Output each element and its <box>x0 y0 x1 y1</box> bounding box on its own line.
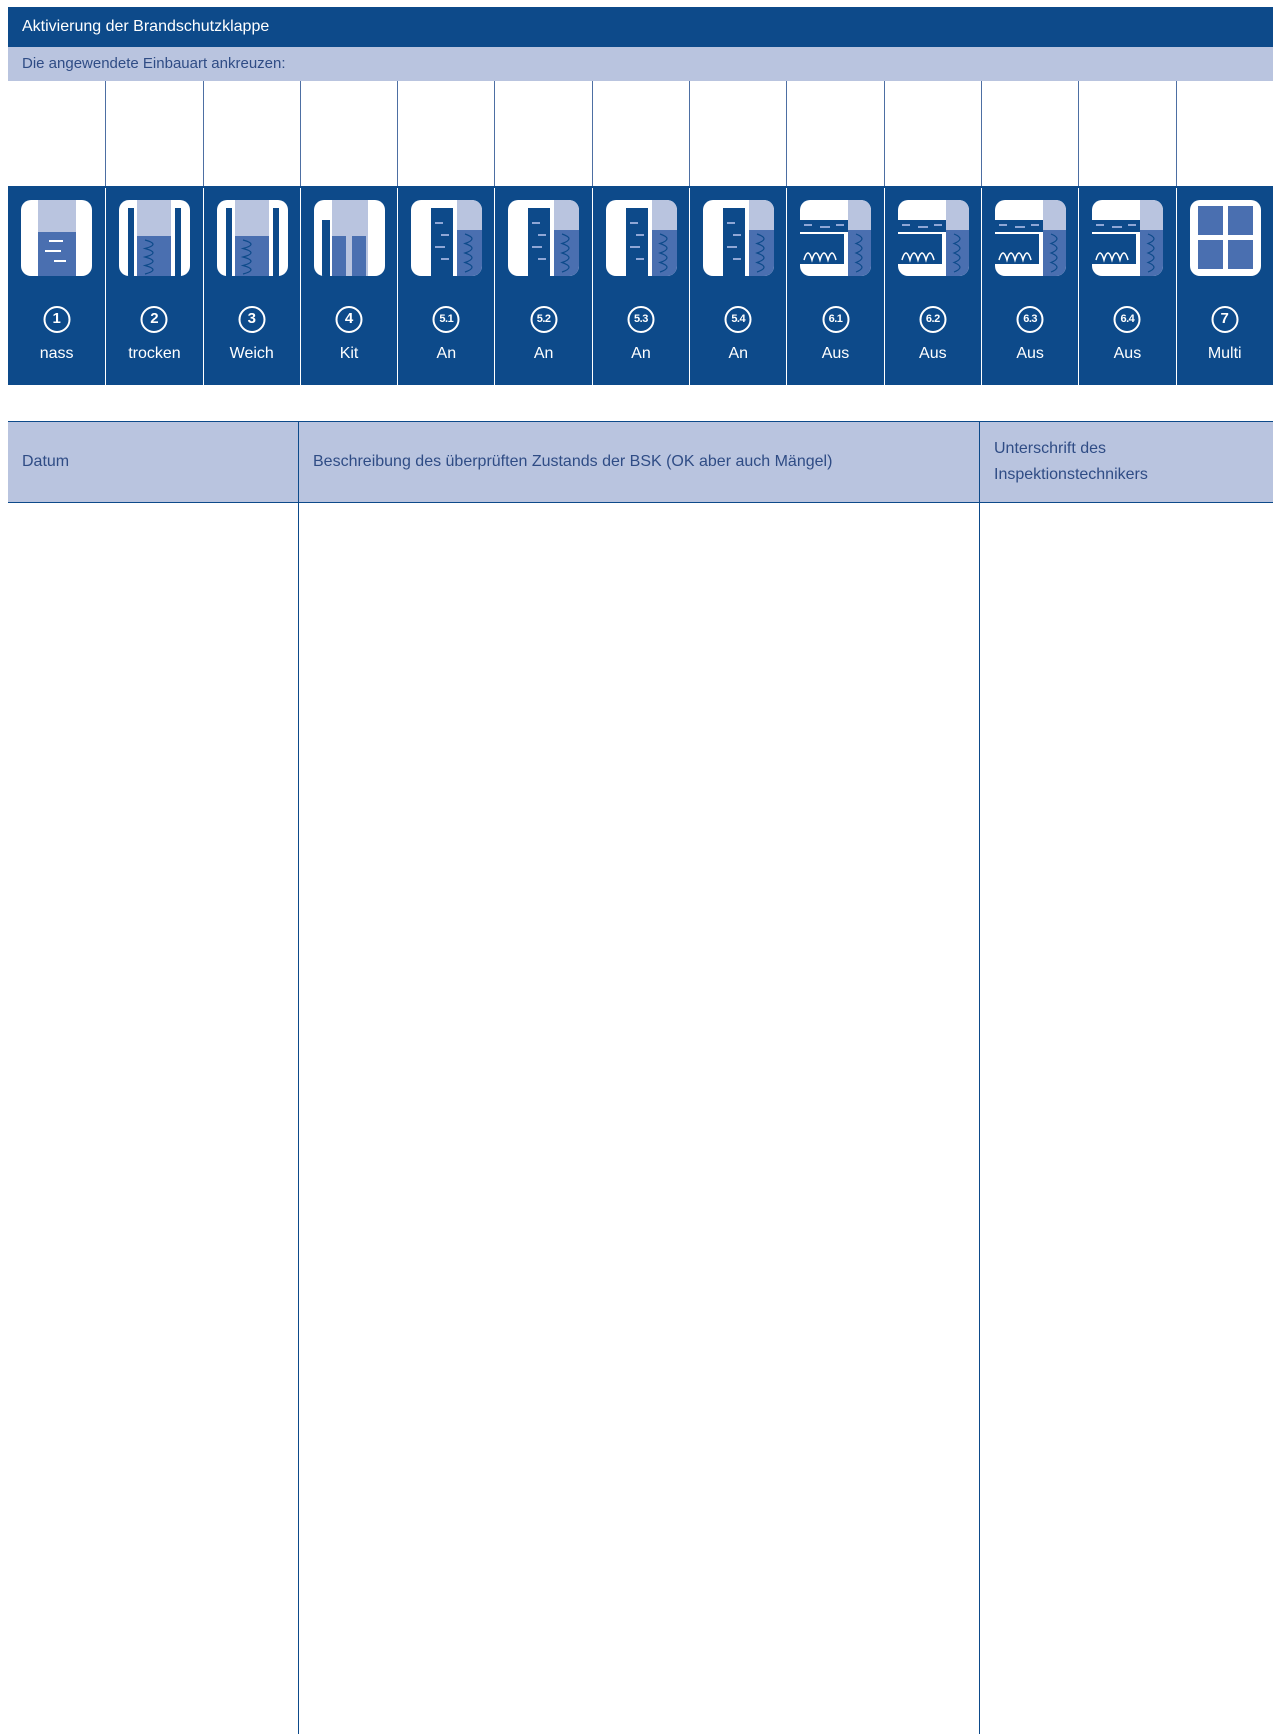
installation-type-cell: 6.1 Aus <box>786 188 883 385</box>
type-label: An <box>631 345 651 362</box>
installation-type-cell: 5.2 An <box>494 188 591 385</box>
type-label: Weich <box>229 345 274 362</box>
checkbox-cell[interactable] <box>397 81 494 186</box>
installation-type-cell: 1 nass <box>8 188 105 385</box>
type-number-badge: 5.3 <box>627 306 655 333</box>
header-date: Datum <box>22 453 70 470</box>
type-label: An <box>533 345 554 362</box>
multi-install-icon <box>1189 200 1261 276</box>
checkbox-cell[interactable] <box>786 81 883 186</box>
type-number-badge: 3 <box>238 306 266 333</box>
checkbox-cell[interactable] <box>202 81 300 186</box>
type-label: Multi <box>1207 345 1242 362</box>
type-number-badge: 5.1 <box>432 306 460 333</box>
type-number-badge: 5.2 <box>530 306 558 333</box>
installation-type-cell: 5.4 An <box>689 188 786 385</box>
header-description: Beschreibung des überprüften Zustands de… <box>298 422 979 502</box>
installation-type-cell: 6.3 Aus <box>980 188 1078 385</box>
wall-mounted-icon <box>703 200 775 276</box>
checkbox-row <box>8 81 1273 188</box>
type-number-badge: 2 <box>140 306 168 333</box>
signature-entry-cell[interactable] <box>979 503 1273 1734</box>
type-label: Aus <box>821 345 850 362</box>
date-entry-cell[interactable] <box>8 503 298 1734</box>
type-label: An <box>728 345 749 362</box>
dry-install-icon <box>119 200 191 276</box>
section-spacer <box>8 385 1273 422</box>
type-label: Kit <box>339 345 359 362</box>
installation-type-cell: 6.2 Aus <box>883 188 981 385</box>
installation-type-cell: 5.3 An <box>591 188 689 385</box>
type-label: Aus <box>919 345 947 362</box>
type-number-badge: 6.1 <box>822 306 850 333</box>
type-number-badge: 7 <box>1211 306 1239 333</box>
ceiling-mounted-icon <box>800 200 872 276</box>
type-number-badge: 6.3 <box>1016 306 1044 333</box>
inspection-form: Aktivierung der Brandschutzklappe Die an… <box>8 7 1273 1734</box>
soft-install-icon <box>216 200 288 276</box>
type-label: nass <box>39 345 74 362</box>
table-header-row: Datum Beschreibung des überprüften Zusta… <box>8 422 1273 502</box>
type-label: trocken <box>128 345 181 362</box>
type-number-badge: 6.4 <box>1113 306 1141 333</box>
type-label: Aus <box>1113 345 1142 362</box>
checkbox-cell[interactable] <box>689 81 786 186</box>
instruction-text: Die angewendete Einbauart ankreuzen: <box>8 47 1273 81</box>
checkbox-cell[interactable] <box>494 81 591 186</box>
checkbox-cell[interactable] <box>883 81 981 186</box>
type-number-badge: 5.4 <box>724 306 752 333</box>
installation-type-cell: 6.4 Aus <box>1078 188 1175 385</box>
ceiling-mounted-icon <box>1092 200 1164 276</box>
wall-mounted-icon <box>411 200 483 276</box>
table-body-row <box>8 502 1273 1734</box>
ceiling-mounted-icon <box>994 200 1066 276</box>
type-number-badge: 6.2 <box>919 306 947 333</box>
type-label: Aus <box>1016 345 1044 362</box>
checkbox-cell[interactable] <box>299 81 397 186</box>
wet-install-icon <box>21 200 92 276</box>
type-number-badge: 1 <box>43 306 71 333</box>
kit-install-icon <box>313 200 385 276</box>
description-entry-cell[interactable] <box>298 503 979 1734</box>
installation-type-cell: 4 Kit <box>299 188 397 385</box>
checkbox-cell[interactable] <box>980 81 1078 186</box>
checkbox-cell[interactable] <box>591 81 689 186</box>
header-signature: Unterschrift des Inspektionstechnikers <box>979 422 1273 502</box>
wall-mounted-icon <box>508 200 580 276</box>
wall-mounted-icon <box>605 200 677 276</box>
ceiling-mounted-icon <box>897 200 969 276</box>
type-number-badge: 4 <box>335 306 363 333</box>
installation-type-cell: 5.1 An <box>397 188 494 385</box>
checkbox-cell[interactable] <box>8 81 105 186</box>
installation-type-cell: 7 Multi <box>1175 188 1273 385</box>
installation-type-cell: 2 trocken <box>105 188 202 385</box>
type-label: An <box>436 345 457 362</box>
installation-type-cell: 3 Weich <box>202 188 300 385</box>
checkbox-cell[interactable] <box>1175 81 1273 186</box>
installation-type-row: 1 nass 2 trocken 3 Weich 4 Kit 5.1 An 5.2 An 5.3 An 5.… <box>8 188 1273 385</box>
checkbox-cell[interactable] <box>105 81 202 186</box>
form-title: Aktivierung der Brandschutzklappe <box>8 7 1273 47</box>
checkbox-cell[interactable] <box>1078 81 1175 186</box>
